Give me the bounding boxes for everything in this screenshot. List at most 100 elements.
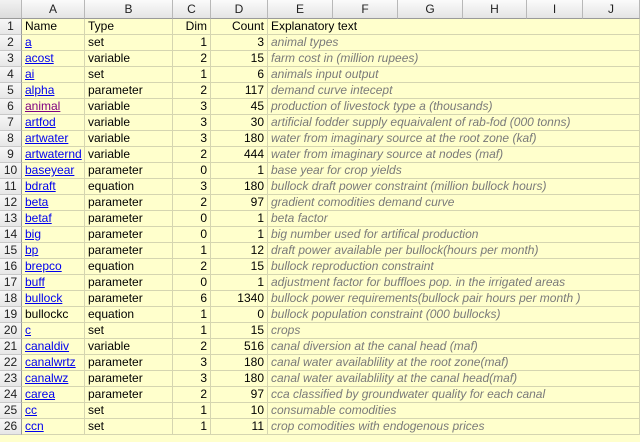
name-cell[interactable]: ai [22, 67, 85, 83]
name-cell[interactable]: cc [22, 403, 85, 419]
type-cell[interactable]: variable [85, 131, 173, 147]
count-cell[interactable]: 180 [211, 179, 268, 195]
name-cell[interactable]: buff [22, 275, 85, 291]
row-number[interactable]: 16 [0, 259, 22, 275]
count-cell[interactable]: 117 [211, 83, 268, 99]
row-number[interactable]: 23 [0, 371, 22, 387]
header-name[interactable]: Name [22, 19, 85, 35]
explanatory-text-cell[interactable]: canal water availablility at the canal h… [268, 371, 640, 387]
explanatory-text-cell[interactable]: cca classified by groundwater quality fo… [268, 387, 640, 403]
name-cell[interactable]: bullockc [22, 307, 85, 323]
header-count[interactable]: Count [211, 19, 268, 35]
header-dim[interactable]: Dim [173, 19, 211, 35]
name-cell[interactable]: bdraft [22, 179, 85, 195]
dim-cell[interactable]: 2 [173, 195, 211, 211]
row-number[interactable]: 9 [0, 147, 22, 163]
explanatory-text-cell[interactable]: crops [268, 323, 640, 339]
explanatory-text-cell[interactable]: draft power available per bullock(hours … [268, 243, 640, 259]
dim-cell[interactable]: 2 [173, 387, 211, 403]
count-cell[interactable]: 1 [211, 275, 268, 291]
row-number[interactable]: 1 [0, 19, 22, 35]
type-cell[interactable]: parameter [85, 163, 173, 179]
dim-cell[interactable]: 3 [173, 115, 211, 131]
column-header-i[interactable]: I [527, 0, 583, 19]
row-number[interactable]: 2 [0, 35, 22, 51]
type-cell[interactable]: variable [85, 51, 173, 67]
count-cell[interactable]: 11 [211, 419, 268, 435]
explanatory-text-cell[interactable]: bullock population constraint (000 bullo… [268, 307, 640, 323]
row-number[interactable]: 11 [0, 179, 22, 195]
explanatory-text-cell[interactable]: animals input output [268, 67, 640, 83]
dim-cell[interactable]: 3 [173, 371, 211, 387]
count-cell[interactable]: 30 [211, 115, 268, 131]
name-cell[interactable]: ccn [22, 419, 85, 435]
count-cell[interactable]: 97 [211, 195, 268, 211]
row-number[interactable]: 20 [0, 323, 22, 339]
count-cell[interactable]: 180 [211, 355, 268, 371]
name-cell[interactable]: betaf [22, 211, 85, 227]
type-cell[interactable]: equation [85, 307, 173, 323]
name-cell[interactable]: beta [22, 195, 85, 211]
explanatory-text-cell[interactable]: bullock power requirements(bullock pair … [268, 291, 640, 307]
row-number[interactable]: 22 [0, 355, 22, 371]
column-header-j[interactable]: J [583, 0, 640, 19]
column-header-f[interactable]: F [333, 0, 398, 19]
type-cell[interactable]: parameter [85, 355, 173, 371]
dim-cell[interactable]: 1 [173, 35, 211, 51]
count-cell[interactable]: 15 [211, 51, 268, 67]
type-cell[interactable]: parameter [85, 275, 173, 291]
count-cell[interactable]: 6 [211, 67, 268, 83]
row-number[interactable]: 5 [0, 83, 22, 99]
explanatory-text-cell[interactable]: crop comodities with endogenous prices [268, 419, 640, 435]
dim-cell[interactable]: 0 [173, 211, 211, 227]
dim-cell[interactable]: 2 [173, 339, 211, 355]
dim-cell[interactable]: 0 [173, 227, 211, 243]
dim-cell[interactable]: 1 [173, 419, 211, 435]
explanatory-text-cell[interactable]: base year for crop yields [268, 163, 640, 179]
explanatory-text-cell[interactable]: canal water availablility at the root zo… [268, 355, 640, 371]
count-cell[interactable]: 12 [211, 243, 268, 259]
explanatory-text-cell[interactable]: gradient comodities demand curve [268, 195, 640, 211]
count-cell[interactable]: 180 [211, 371, 268, 387]
row-number[interactable]: 15 [0, 243, 22, 259]
dim-cell[interactable]: 3 [173, 99, 211, 115]
count-cell[interactable]: 45 [211, 99, 268, 115]
row-number[interactable]: 17 [0, 275, 22, 291]
name-cell[interactable]: brepco [22, 259, 85, 275]
count-cell[interactable]: 1340 [211, 291, 268, 307]
explanatory-text-cell[interactable]: animal types [268, 35, 640, 51]
count-cell[interactable]: 15 [211, 259, 268, 275]
name-cell[interactable]: animal [22, 99, 85, 115]
type-cell[interactable]: equation [85, 179, 173, 195]
name-cell[interactable]: artwaternd [22, 147, 85, 163]
type-cell[interactable]: set [85, 35, 173, 51]
dim-cell[interactable]: 2 [173, 51, 211, 67]
explanatory-text-cell[interactable]: water from imaginary source at the root … [268, 131, 640, 147]
column-header-a[interactable]: A [22, 0, 85, 19]
row-number[interactable]: 18 [0, 291, 22, 307]
column-header-b[interactable]: B [85, 0, 173, 19]
row-number[interactable]: 24 [0, 387, 22, 403]
type-cell[interactable]: parameter [85, 227, 173, 243]
dim-cell[interactable]: 6 [173, 291, 211, 307]
explanatory-text-cell[interactable]: bullock draft power constraint (million … [268, 179, 640, 195]
dim-cell[interactable]: 0 [173, 275, 211, 291]
dim-cell[interactable]: 0 [173, 163, 211, 179]
row-number[interactable]: 25 [0, 403, 22, 419]
dim-cell[interactable]: 1 [173, 323, 211, 339]
dim-cell[interactable]: 1 [173, 403, 211, 419]
name-cell[interactable]: artfod [22, 115, 85, 131]
name-cell[interactable]: canalwrtz [22, 355, 85, 371]
row-number[interactable]: 4 [0, 67, 22, 83]
name-cell[interactable]: bullock [22, 291, 85, 307]
dim-cell[interactable]: 3 [173, 179, 211, 195]
row-number[interactable]: 8 [0, 131, 22, 147]
type-cell[interactable]: set [85, 419, 173, 435]
explanatory-text-cell[interactable]: water from imaginary source at nodes (ma… [268, 147, 640, 163]
row-number[interactable]: 7 [0, 115, 22, 131]
column-header-c[interactable]: C [173, 0, 211, 19]
name-cell[interactable]: big [22, 227, 85, 243]
type-cell[interactable]: variable [85, 99, 173, 115]
type-cell[interactable]: parameter [85, 195, 173, 211]
column-header-e[interactable]: E [268, 0, 333, 19]
